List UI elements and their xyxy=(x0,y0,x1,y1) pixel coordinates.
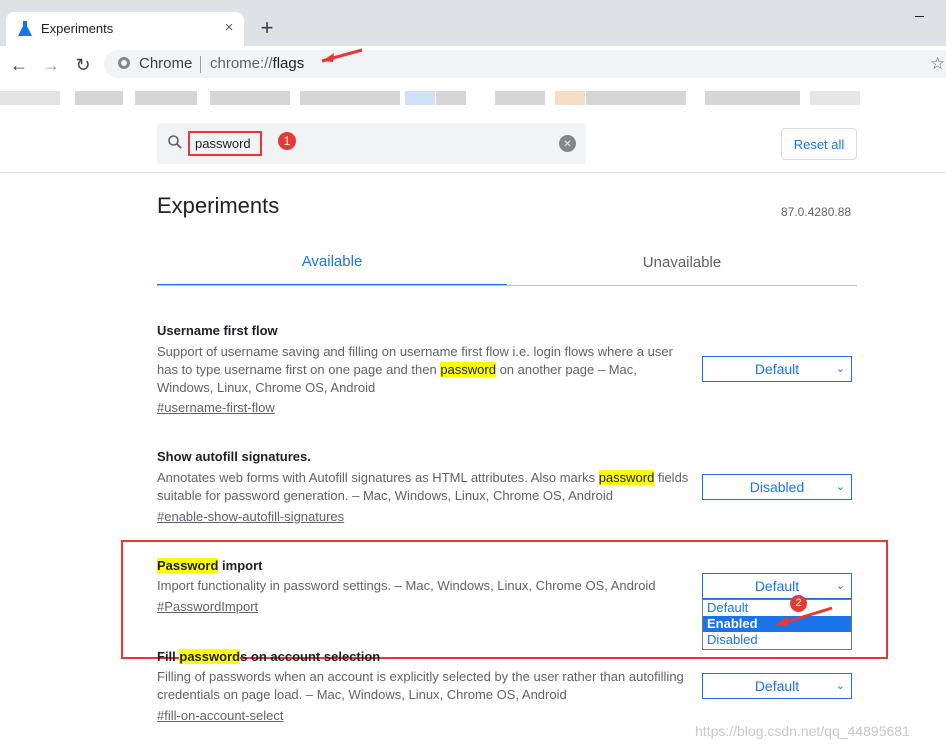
omnibox-url[interactable]: chrome://flags xyxy=(210,55,304,72)
minimize-icon[interactable] xyxy=(910,8,930,22)
experiment-description: Support of username saving and filling o… xyxy=(157,343,692,397)
forward-icon[interactable]: → xyxy=(39,53,63,77)
blurred-bookmark xyxy=(436,91,466,105)
page-title: Experiments xyxy=(157,193,280,218)
experiment-title: Fill passwords on account selection xyxy=(157,649,380,664)
blurred-bookmark xyxy=(555,91,585,105)
experiment-link[interactable]: #enable-show-autofill-signatures xyxy=(157,509,344,524)
blurred-bookmark xyxy=(586,91,686,105)
tab-unavailable[interactable]: Unavailable xyxy=(507,242,857,286)
reload-icon[interactable]: ↻ xyxy=(71,53,95,77)
select-value: Default xyxy=(754,361,800,377)
blurred-bookmark xyxy=(405,91,435,105)
experiment-title: Show autofill signatures. xyxy=(157,449,311,464)
blurred-bookmark xyxy=(495,91,545,105)
search-highlight: password xyxy=(179,649,241,664)
url-prefix: chrome:// xyxy=(210,55,273,72)
new-tab-button[interactable]: + xyxy=(256,17,278,39)
experiment-select[interactable]: Default ⌄ xyxy=(702,356,852,382)
experiment-select[interactable]: Default ⌄ xyxy=(702,673,852,699)
chrome-icon xyxy=(118,57,130,69)
search-highlight: password xyxy=(440,362,496,377)
chevron-down-icon: ⌄ xyxy=(835,363,845,375)
blurred-bookmark xyxy=(75,91,123,105)
blurred-bookmark xyxy=(135,91,197,105)
url-path: flags xyxy=(272,55,305,72)
search-highlight: password xyxy=(598,470,655,485)
annotation-arrow xyxy=(321,48,363,63)
omnibox-chip: Chrome xyxy=(139,55,193,72)
search-input[interactable] xyxy=(188,131,262,156)
star-icon[interactable]: ☆ xyxy=(930,54,945,74)
experiment-description: Filling of passwords when an account is … xyxy=(157,669,684,702)
select-value: Default xyxy=(754,678,800,694)
experiment-select[interactable]: Disabled ⌄ xyxy=(702,474,852,500)
version-label: 87.0.4280.88 xyxy=(781,205,852,219)
desc-text: Annotates web forms with Autofill signat… xyxy=(157,470,599,485)
title-text: s on account selection xyxy=(240,649,381,664)
title-text: Fill xyxy=(157,649,180,664)
blurred-bookmark xyxy=(810,91,860,105)
tab-available[interactable]: Available xyxy=(157,242,507,286)
tabs-divider xyxy=(157,285,857,286)
blurred-bookmark xyxy=(705,91,800,105)
experiment-description: Annotates web forms with Autofill signat… xyxy=(157,469,692,505)
tab-title: Experiments xyxy=(41,21,114,36)
chevron-down-icon: ⌄ xyxy=(835,680,845,692)
flask-icon xyxy=(18,21,32,36)
omnibox-divider xyxy=(200,56,201,73)
chevron-down-icon: ⌄ xyxy=(835,481,845,493)
experiment-link[interactable]: #fill-on-account-select xyxy=(157,708,283,723)
clear-search-icon[interactable]: × xyxy=(559,135,576,152)
reset-all-button[interactable]: Reset all xyxy=(781,128,857,160)
browser-tab[interactable]: Experiments × xyxy=(6,12,244,46)
experiment-link[interactable]: #username-first-flow xyxy=(157,400,275,415)
select-value: Disabled xyxy=(749,479,805,495)
experiment-title: Username first flow xyxy=(157,323,278,338)
blurred-bookmark xyxy=(210,91,290,105)
tab-close-icon[interactable]: × xyxy=(220,19,238,37)
watermark: https://blog.csdn.net/qq_44895681 xyxy=(695,723,910,739)
search-icon xyxy=(168,135,182,149)
back-icon[interactable]: ← xyxy=(7,53,31,77)
annotation-rectangle xyxy=(121,540,888,659)
annotation-badge: 1 xyxy=(278,132,296,150)
blurred-bookmark xyxy=(300,91,400,105)
blurred-bookmark xyxy=(0,91,60,105)
